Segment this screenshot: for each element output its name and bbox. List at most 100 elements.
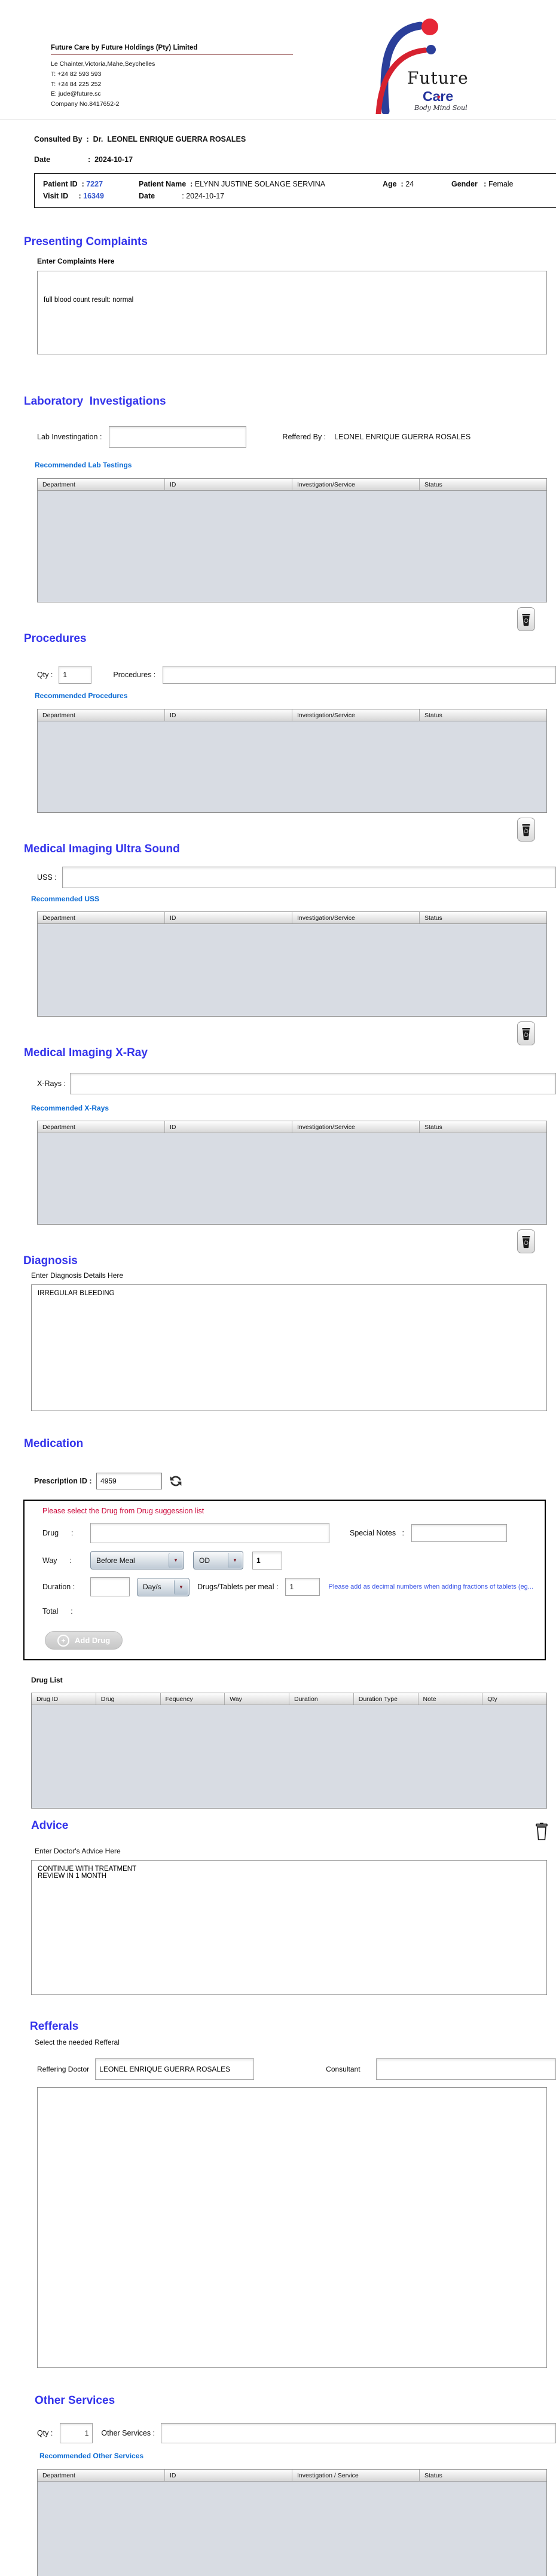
duration-type-select[interactable]: Day/s ▼ bbox=[137, 1578, 190, 1596]
logo-blue-dot bbox=[426, 45, 436, 54]
clear-lab-table-button[interactable] bbox=[517, 607, 535, 631]
diagnosis-sub-label: Enter Diagnosis Details Here bbox=[31, 1271, 556, 1280]
procedures-qty-input[interactable] bbox=[59, 666, 91, 684]
patient-name-value: ELYNN JUSTINE SOLANGE SERVINA bbox=[195, 180, 325, 188]
clear-xray-table-button[interactable] bbox=[517, 1229, 535, 1253]
recommended-xrays-link[interactable]: Recommended X-Rays bbox=[31, 1104, 556, 1112]
lab-investigation-input[interactable] bbox=[109, 426, 246, 448]
chevron-down-icon: ▼ bbox=[174, 1580, 188, 1595]
column-header: Drug ID bbox=[32, 1693, 96, 1705]
way-select-value: Before Meal bbox=[96, 1556, 135, 1565]
section-title-advice: Advice bbox=[31, 1819, 531, 1832]
special-notes-label: Special Notes : bbox=[350, 1529, 404, 1537]
column-header: Investigation/Service bbox=[292, 1121, 420, 1133]
lab-table-header: Department ID Investigation/Service Stat… bbox=[38, 479, 546, 491]
column-header: ID bbox=[165, 479, 292, 490]
visit-date-label: Date bbox=[139, 192, 182, 200]
company-name: Future Care by Future Holdings (Pty) Lim… bbox=[51, 44, 293, 55]
company-number: Company No.8417652-2 bbox=[51, 99, 314, 109]
reffering-doctor-label: Reffering Doctor bbox=[37, 2065, 89, 2073]
refresh-prescription-button[interactable] bbox=[166, 1471, 186, 1491]
add-drug-button[interactable]: + Add Drug bbox=[45, 1631, 123, 1650]
column-header: Duration Type bbox=[354, 1693, 418, 1705]
column-header: Status bbox=[420, 709, 546, 721]
section-title-presenting-complaints: Presenting Complaints bbox=[24, 235, 556, 249]
column-header: Status bbox=[420, 479, 546, 490]
per-meal-input[interactable] bbox=[285, 1578, 320, 1596]
special-notes-input[interactable] bbox=[411, 1524, 507, 1542]
drug-list-table: Drug ID Drug Fequency Way Duration Durat… bbox=[31, 1693, 547, 1809]
prescription-id-label: Prescription ID : bbox=[34, 1477, 94, 1485]
section-title-medication: Medication bbox=[24, 1437, 556, 1451]
column-header: Department bbox=[38, 479, 165, 490]
other-services-qty-label: Qty : bbox=[37, 2429, 53, 2437]
trash-icon bbox=[521, 822, 531, 837]
uss-label: USS : bbox=[37, 873, 62, 882]
complaints-textarea[interactable]: full blood count result: normal bbox=[37, 271, 547, 354]
refresh-icon bbox=[167, 1473, 184, 1489]
reffering-doctor-input[interactable] bbox=[95, 2058, 254, 2080]
xray-table: Department ID Investigation/Service Stat… bbox=[37, 1121, 547, 1225]
heart-icon: ♥ bbox=[437, 94, 441, 101]
section-title-diagnosis: Diagnosis bbox=[23, 1255, 556, 1268]
column-header: Department bbox=[38, 1121, 165, 1133]
procedures-input[interactable] bbox=[163, 666, 556, 684]
reffered-by-value: LEONEL ENRIQUE GUERRA ROSALES bbox=[334, 433, 471, 441]
logo-tagline: Body Mind Soul bbox=[414, 104, 468, 112]
clear-procedures-table-button[interactable] bbox=[517, 818, 535, 842]
procedures-table-body bbox=[38, 721, 546, 812]
other-services-qty-input[interactable] bbox=[60, 2423, 93, 2443]
patient-gender-value: Female bbox=[488, 180, 514, 188]
column-header: Status bbox=[420, 912, 546, 923]
section-title-ultrasound: Medical Imaging Ultra Sound bbox=[24, 843, 556, 856]
fraction-note-text: Please add as decimal numbers when addin… bbox=[328, 1583, 545, 1590]
clear-uss-table-button[interactable] bbox=[517, 1021, 535, 1045]
advice-textarea[interactable]: CONTINUE WITH TREATMENT REVIEW IN 1 MONT… bbox=[31, 1860, 547, 1995]
refferal-list[interactable] bbox=[37, 2087, 547, 2368]
column-header: Department bbox=[38, 912, 165, 923]
xray-table-body bbox=[38, 1133, 546, 1224]
other-services-input[interactable] bbox=[161, 2423, 556, 2443]
column-header: Status bbox=[420, 1121, 546, 1133]
uss-input[interactable] bbox=[62, 867, 556, 888]
consultant-input[interactable] bbox=[376, 2058, 556, 2080]
drug-input[interactable] bbox=[90, 1523, 329, 1543]
recommended-uss-link[interactable]: Recommended USS bbox=[31, 895, 556, 903]
xray-table-header: Department ID Investigation/Service Stat… bbox=[38, 1121, 546, 1133]
column-header: ID bbox=[165, 709, 292, 721]
patient-info-box: Patient ID : 7227 Patient Name : ELYNN J… bbox=[34, 173, 556, 208]
clear-advice-button[interactable] bbox=[531, 1819, 552, 1844]
column-header: Way bbox=[225, 1693, 289, 1705]
frequency-select[interactable]: OD ▼ bbox=[193, 1551, 243, 1570]
complaints-sub-label: Enter Complaints Here bbox=[37, 257, 556, 265]
section-title-laboratory: Laboratory Investigations bbox=[24, 395, 556, 408]
column-header: ID bbox=[165, 2470, 292, 2481]
logo-wordmark-future: Future bbox=[407, 68, 469, 88]
recommended-lab-testings-link[interactable]: Recommended Lab Testings bbox=[35, 461, 556, 469]
advice-sub-label: Enter Doctor's Advice Here bbox=[35, 1847, 556, 1855]
column-header: Status bbox=[420, 2470, 546, 2481]
xray-input[interactable] bbox=[70, 1073, 556, 1094]
drug-label: Drug : bbox=[42, 1529, 90, 1537]
recommended-other-services-link[interactable]: Recommended Other Services bbox=[39, 2452, 556, 2460]
column-header: Note bbox=[418, 1693, 483, 1705]
diagnosis-textarea[interactable]: IRREGULAR BLEEDING bbox=[31, 1284, 547, 1411]
way-select[interactable]: Before Meal ▼ bbox=[90, 1551, 184, 1570]
column-header: Fequency bbox=[161, 1693, 225, 1705]
section-title-procedures: Procedures bbox=[24, 632, 556, 645]
visit-id-label: Visit ID : bbox=[43, 192, 83, 200]
column-header: Duration bbox=[289, 1693, 354, 1705]
section-title-xray: Medical Imaging X-Ray bbox=[24, 1047, 556, 1060]
patient-row-1: Patient ID : 7227 Patient Name : ELYNN J… bbox=[43, 180, 556, 188]
chevron-down-icon: ▼ bbox=[228, 1553, 242, 1568]
duration-input[interactable] bbox=[90, 1577, 130, 1596]
procedures-table-header: Department ID Investigation/Service Stat… bbox=[38, 709, 546, 721]
trash-icon bbox=[521, 1026, 531, 1041]
prescription-id-input[interactable] bbox=[96, 1473, 162, 1489]
column-header: Department bbox=[38, 2470, 165, 2481]
way-qty-input[interactable] bbox=[252, 1552, 282, 1570]
procedures-table: Department ID Investigation/Service Stat… bbox=[37, 709, 547, 813]
drug-warning-text: Please select the Drug from Drug suggess… bbox=[42, 1507, 545, 1515]
recommended-procedures-link[interactable]: Recommended Procedures bbox=[35, 692, 556, 700]
drug-list-label: Drug List bbox=[31, 1676, 556, 1684]
